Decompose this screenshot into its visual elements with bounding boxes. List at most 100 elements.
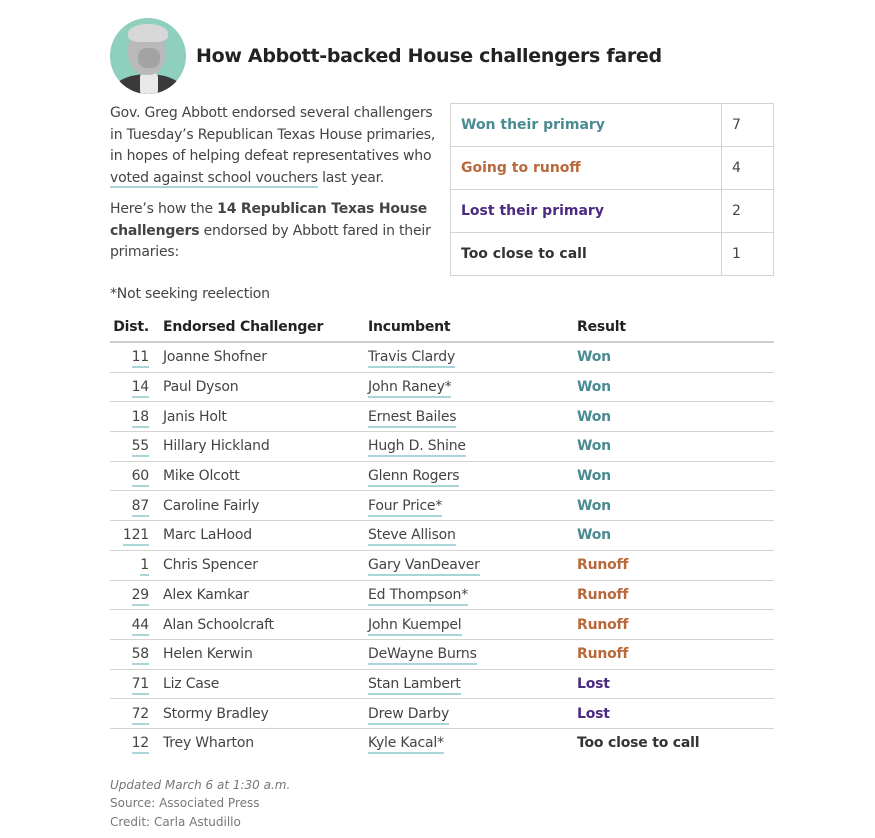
header-incumbent: Incumbent bbox=[368, 319, 577, 343]
incumbent-link[interactable]: Hugh D. Shine bbox=[368, 438, 466, 458]
result-status: Won bbox=[577, 490, 774, 522]
district-link[interactable]: 29 bbox=[131, 586, 149, 606]
incumbent-link[interactable]: Travis Clardy bbox=[368, 349, 455, 369]
result-status: Won bbox=[577, 372, 774, 403]
result-status: Lost bbox=[577, 698, 774, 729]
district-cell: 72 bbox=[110, 698, 163, 729]
result-status: Runoff bbox=[577, 609, 774, 640]
challenger-name: Marc LaHood bbox=[163, 520, 368, 551]
intro-paragraph-2: Here’s how the 14 Republican Texas House… bbox=[110, 199, 438, 264]
district-cell: 87 bbox=[110, 490, 163, 522]
district-link[interactable]: 87 bbox=[131, 497, 149, 517]
header-challenger: Endorsed Challenger bbox=[163, 319, 368, 343]
incumbent-cell: John Raney* bbox=[368, 372, 577, 403]
district-link[interactable]: 18 bbox=[131, 408, 149, 428]
table-row: 55 Hillary Hickland Hugh D. Shine Won bbox=[110, 431, 774, 462]
summary-count: 4 bbox=[721, 146, 774, 190]
header: How Abbott-backed House challengers fare… bbox=[110, 18, 774, 94]
summary-count: 2 bbox=[721, 189, 774, 233]
district-cell: 44 bbox=[110, 609, 163, 640]
district-cell: 55 bbox=[110, 431, 163, 462]
incumbent-cell: John Kuempel bbox=[368, 609, 577, 640]
result-status: Won bbox=[577, 431, 774, 462]
table-row: 60 Mike Olcott Glenn Rogers Won bbox=[110, 461, 774, 492]
summary-label: Too close to call bbox=[450, 232, 722, 276]
incumbent-cell: Kyle Kacal* bbox=[368, 728, 577, 757]
district-link[interactable]: 58 bbox=[131, 646, 149, 666]
summary-row: Won their primary 7 bbox=[450, 103, 774, 147]
table-row: 1 Chris Spencer Gary VanDeaver Runoff bbox=[110, 550, 774, 581]
result-status: Won bbox=[577, 520, 774, 551]
incumbent-link[interactable]: Steve Allison bbox=[368, 527, 456, 547]
summary-row: Going to runoff 4 bbox=[450, 146, 774, 190]
district-cell: 12 bbox=[110, 728, 163, 757]
challenger-name: Hillary Hickland bbox=[163, 431, 368, 462]
summary-label: Going to runoff bbox=[450, 146, 722, 190]
district-link[interactable]: 72 bbox=[131, 705, 149, 725]
incumbent-link[interactable]: John Kuempel bbox=[368, 616, 462, 636]
challenger-name: Mike Olcott bbox=[163, 461, 368, 492]
summary-count: 7 bbox=[721, 103, 774, 147]
results-table: Dist. Endorsed Challenger Incumbent Resu… bbox=[110, 319, 774, 758]
incumbent-link[interactable]: Drew Darby bbox=[368, 705, 449, 725]
district-cell: 11 bbox=[110, 342, 163, 373]
avatar-face bbox=[138, 48, 160, 68]
challenger-name: Caroline Fairly bbox=[163, 490, 368, 522]
district-cell: 121 bbox=[110, 520, 163, 551]
district-link[interactable]: 14 bbox=[131, 379, 149, 399]
result-status: Won bbox=[577, 401, 774, 433]
summary-row: Too close to call 1 bbox=[450, 232, 774, 276]
challenger-name: Alex Kamkar bbox=[163, 580, 368, 611]
header-result: Result bbox=[577, 319, 774, 343]
table-row: 87 Caroline Fairly Four Price* Won bbox=[110, 490, 774, 522]
district-cell: 18 bbox=[110, 401, 163, 433]
challenger-name: Liz Case bbox=[163, 669, 368, 700]
district-cell: 71 bbox=[110, 669, 163, 700]
result-status: Won bbox=[577, 461, 774, 492]
incumbent-cell: DeWayne Burns bbox=[368, 639, 577, 670]
incumbent-link[interactable]: John Raney* bbox=[368, 379, 452, 399]
intro-row: Gov. Greg Abbott endorsed several challe… bbox=[110, 103, 774, 305]
challenger-name: Stormy Bradley bbox=[163, 698, 368, 729]
incumbent-link[interactable]: Ed Thompson* bbox=[368, 586, 468, 606]
district-link[interactable]: 44 bbox=[131, 616, 149, 636]
district-link[interactable]: 12 bbox=[131, 735, 149, 755]
result-status: Runoff bbox=[577, 580, 774, 611]
intro-p2-text: Here’s how the bbox=[110, 201, 218, 217]
challenger-name: Joanne Shofner bbox=[163, 342, 368, 373]
incumbent-link[interactable]: Stan Lambert bbox=[368, 675, 461, 695]
incumbent-link[interactable]: Glenn Rogers bbox=[368, 468, 460, 488]
challenger-name: Paul Dyson bbox=[163, 372, 368, 403]
result-status: Won bbox=[577, 342, 774, 373]
incumbent-link[interactable]: Ernest Bailes bbox=[368, 408, 457, 428]
district-link[interactable]: 11 bbox=[131, 349, 149, 369]
table-row: 12 Trey Wharton Kyle Kacal* Too close to ca… bbox=[110, 728, 774, 757]
district-link[interactable]: 71 bbox=[131, 675, 149, 695]
challenger-name: Chris Spencer bbox=[163, 550, 368, 581]
table-row: 11 Joanne Shofner Travis Clardy Won bbox=[110, 342, 774, 373]
challenger-name: Janis Holt bbox=[163, 401, 368, 433]
incumbent-cell: Gary VanDeaver bbox=[368, 550, 577, 581]
incumbent-cell: Stan Lambert bbox=[368, 669, 577, 700]
district-link[interactable]: 121 bbox=[122, 527, 149, 547]
intro-p1-text: Gov. Greg Abbott endorsed several challe… bbox=[110, 105, 436, 164]
challenger-name: Helen Kerwin bbox=[163, 639, 368, 670]
school-vouchers-link[interactable]: voted against school vouchers bbox=[110, 169, 318, 188]
challenger-name: Trey Wharton bbox=[163, 735, 254, 752]
table-row: 18 Janis Holt Ernest Bailes Won bbox=[110, 401, 774, 433]
district-link[interactable]: 1 bbox=[140, 557, 149, 577]
incumbent-link[interactable]: Four Price* bbox=[368, 497, 442, 517]
table-row: 58 Helen Kerwin DeWayne Burns Runoff bbox=[110, 639, 774, 670]
district-cell: 58 bbox=[110, 639, 163, 670]
district-link[interactable]: 60 bbox=[131, 468, 149, 488]
incumbent-link[interactable]: Kyle Kacal* bbox=[368, 735, 444, 755]
summary-row: Lost their primary 2 bbox=[450, 189, 774, 233]
incumbent-link[interactable]: Gary VanDeaver bbox=[368, 557, 480, 577]
summary-table: Won their primary 7 Going to runoff 4 Lost t… bbox=[450, 103, 774, 276]
incumbent-link[interactable]: DeWayne Burns bbox=[368, 646, 477, 666]
author-credit: Credit: Carla Astudillo bbox=[110, 814, 241, 829]
incumbent-cell: Drew Darby bbox=[368, 698, 577, 729]
district-link[interactable]: 55 bbox=[131, 438, 149, 458]
avatar-hair bbox=[128, 24, 168, 42]
footnote-not-seeking-reelection: *Not seeking reelection bbox=[110, 285, 270, 302]
